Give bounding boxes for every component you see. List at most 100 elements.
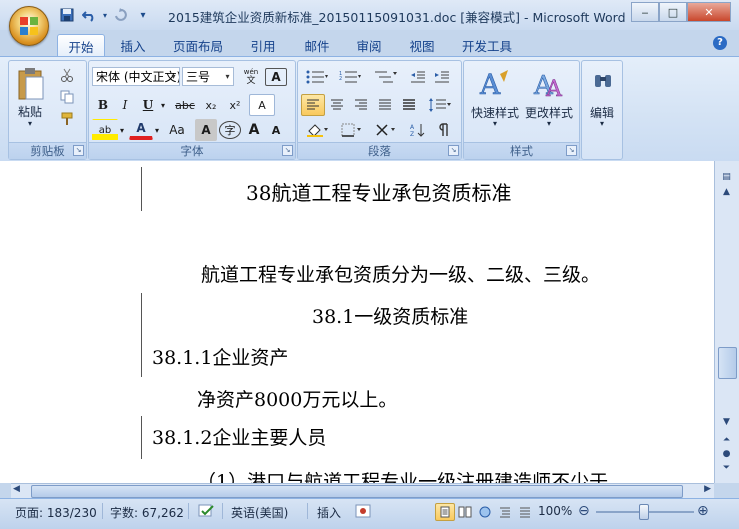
character-border-button[interactable]: A xyxy=(265,68,287,86)
change-styles-icon[interactable]: AA xyxy=(526,65,572,103)
tab-home[interactable]: 开始 xyxy=(57,34,105,57)
redo-icon[interactable] xyxy=(112,7,130,23)
vertical-scrollbar[interactable]: ▤ ▲ ▼ ⏶ ● ⏷ xyxy=(714,161,739,483)
chevron-down-icon[interactable]: ▾ xyxy=(466,119,524,128)
print-layout-view-icon[interactable] xyxy=(435,503,455,521)
insert-mode[interactable]: 插入 xyxy=(317,504,341,521)
decrease-indent-icon[interactable] xyxy=(406,66,430,88)
undo-icon[interactable] xyxy=(80,7,98,23)
character-shading-button[interactable]: A xyxy=(195,119,217,141)
zoom-out-icon[interactable]: ⊖ xyxy=(578,503,590,519)
maximize-button[interactable]: □ xyxy=(659,2,687,22)
dropdown-arrow[interactable]: ▾ xyxy=(102,7,108,23)
multilevel-list-icon[interactable] xyxy=(368,66,402,88)
chevron-down-icon[interactable]: ▾ xyxy=(222,68,233,85)
scroll-down-icon[interactable]: ▼ xyxy=(718,415,735,429)
tab-page-layout[interactable]: 页面布局 xyxy=(166,34,230,56)
quick-styles-icon[interactable]: A xyxy=(472,65,518,103)
page-count[interactable]: 页面: 183/230 xyxy=(15,504,97,521)
justify-icon[interactable] xyxy=(373,94,397,116)
office-button[interactable] xyxy=(9,6,49,46)
browse-object-icon[interactable]: ● xyxy=(718,447,735,461)
align-left-icon[interactable] xyxy=(301,94,325,116)
find-binoculars-icon[interactable] xyxy=(588,65,618,95)
horizontal-scrollbar[interactable]: ◀ ▶ xyxy=(11,483,714,498)
font-launcher-icon[interactable]: ↘ xyxy=(282,145,293,156)
chevron-down-icon[interactable]: ▾ xyxy=(151,119,163,141)
subscript-button[interactable]: x₂ xyxy=(199,94,223,116)
tab-mailings[interactable]: 邮件 xyxy=(294,34,340,56)
chevron-down-icon[interactable]: ▾ xyxy=(168,68,179,85)
chevron-down-icon[interactable]: ▾ xyxy=(582,119,622,128)
paste-button[interactable] xyxy=(14,65,48,103)
shrink-font-button[interactable]: A xyxy=(265,119,287,141)
minimize-button[interactable]: ‒ xyxy=(631,2,659,22)
scroll-up-icon[interactable]: ▲ xyxy=(718,185,735,199)
highlight-button[interactable]: ab xyxy=(92,119,118,141)
tab-references[interactable]: 引用 xyxy=(240,34,286,56)
zoom-in-icon[interactable]: ⊕ xyxy=(697,503,709,519)
zoom-level[interactable]: 100% xyxy=(538,504,572,518)
grow-font-button[interactable]: A xyxy=(243,119,265,141)
zoom-slider-thumb[interactable] xyxy=(639,504,649,520)
document-page[interactable]: 38航道工程专业承包资质标准 航道工程专业承包资质分为一级、二级、三级。 38.… xyxy=(0,161,714,483)
macro-recording-icon[interactable] xyxy=(355,504,371,521)
paragraph-launcher-icon[interactable]: ↘ xyxy=(448,145,459,156)
scroll-thumb[interactable] xyxy=(718,347,737,379)
underline-button[interactable]: U xyxy=(137,94,159,116)
scroll-right-icon[interactable]: ▶ xyxy=(704,484,711,494)
format-painter-icon[interactable] xyxy=(55,108,79,130)
draft-view-icon[interactable] xyxy=(515,503,535,521)
outline-view-icon[interactable] xyxy=(495,503,515,521)
full-screen-reading-icon[interactable] xyxy=(455,503,475,521)
align-right-icon[interactable] xyxy=(349,94,373,116)
word-count[interactable]: 字数: 67,262 xyxy=(110,504,184,521)
help-icon[interactable]: ? xyxy=(713,36,727,50)
numbering-icon[interactable]: 12 xyxy=(334,66,366,88)
align-center-icon[interactable] xyxy=(325,94,349,116)
sort-icon[interactable]: AZ xyxy=(406,119,430,141)
clipboard-launcher-icon[interactable]: ↘ xyxy=(73,145,84,156)
chinese-layout-icon[interactable] xyxy=(370,119,404,141)
tab-insert[interactable]: 插入 xyxy=(110,34,156,56)
chevron-down-icon[interactable]: ▾ xyxy=(520,119,578,128)
language-indicator[interactable]: 英语(美国) xyxy=(231,504,288,521)
close-button[interactable]: ✕ xyxy=(687,2,731,22)
proofing-icon[interactable] xyxy=(198,504,216,521)
show-paragraph-marks-icon[interactable] xyxy=(432,119,456,141)
tab-developer[interactable]: 开发工具 xyxy=(454,34,520,56)
previous-page-icon[interactable]: ⏶ xyxy=(718,433,735,447)
font-color-button[interactable]: A xyxy=(129,119,153,140)
ruler-toggle-icon[interactable]: ▤ xyxy=(718,170,735,184)
copy-icon[interactable] xyxy=(55,86,79,108)
paste-dropdown-arrow[interactable]: ▾ xyxy=(13,119,47,128)
change-case-button[interactable]: Aa xyxy=(163,119,191,141)
save-icon[interactable] xyxy=(58,7,76,23)
distributed-icon[interactable] xyxy=(397,94,421,116)
web-layout-icon[interactable] xyxy=(475,503,495,521)
cut-icon[interactable] xyxy=(55,64,79,86)
scroll-left-icon[interactable]: ◀ xyxy=(13,484,20,494)
line-spacing-icon[interactable] xyxy=(423,94,457,116)
styles-launcher-icon[interactable]: ↘ xyxy=(566,145,577,156)
phonetic-guide-button[interactable]: wén 文 xyxy=(239,66,263,88)
font-size-combo[interactable]: 三号 ▾ xyxy=(182,67,234,86)
chevron-down-icon[interactable]: ▾ xyxy=(116,119,128,141)
strikethrough-button[interactable]: abc xyxy=(171,94,199,116)
clear-formatting-button[interactable]: A xyxy=(249,94,275,116)
borders-icon[interactable] xyxy=(336,119,370,141)
horizontal-scroll-thumb[interactable] xyxy=(31,485,683,498)
bullets-icon[interactable] xyxy=(301,66,333,88)
tab-view[interactable]: 视图 xyxy=(399,34,445,56)
next-page-icon[interactable]: ⏷ xyxy=(718,461,735,475)
bold-button[interactable]: B xyxy=(92,94,114,116)
enclose-characters-button[interactable]: 字 xyxy=(219,121,241,139)
superscript-button[interactable]: x² xyxy=(223,94,247,116)
shading-icon[interactable] xyxy=(301,119,335,141)
font-name-combo[interactable]: 宋体 (中文正文) ▾ xyxy=(92,67,180,86)
italic-button[interactable]: I xyxy=(114,94,136,116)
customize-qat-button[interactable]: ▾ xyxy=(134,7,152,23)
increase-indent-icon[interactable] xyxy=(430,66,454,88)
chevron-down-icon[interactable]: ▾ xyxy=(157,94,169,116)
tab-review[interactable]: 审阅 xyxy=(346,34,392,56)
